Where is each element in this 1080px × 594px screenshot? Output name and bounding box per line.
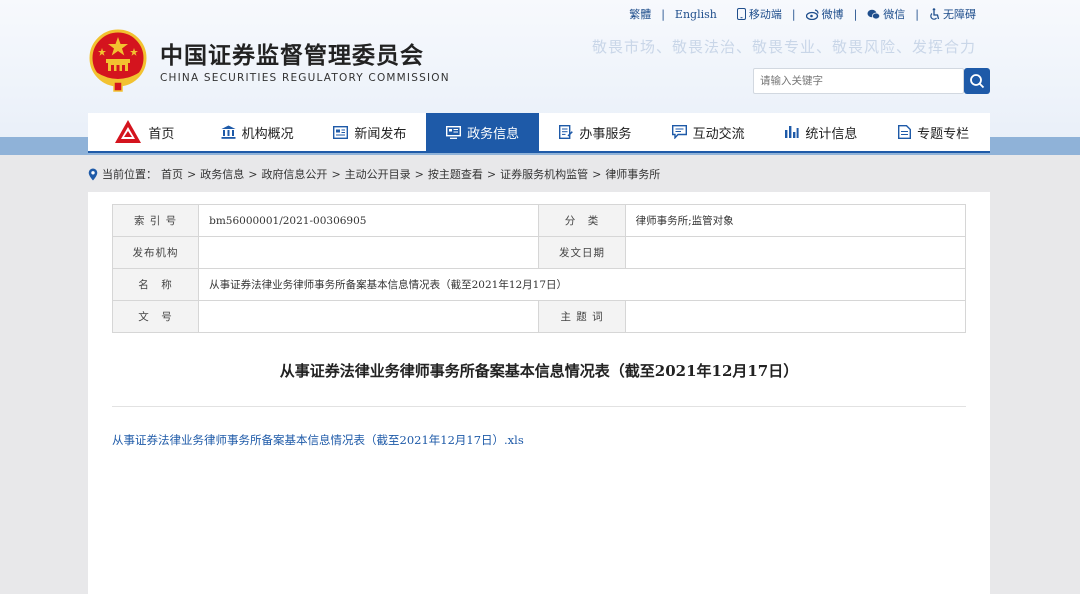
nav-item-government-info[interactable]: 政务信息: [426, 113, 539, 151]
nav-item-label: 互动交流: [692, 126, 745, 142]
breadcrumb-separator: >: [187, 167, 197, 181]
date-label: 发文日期: [538, 236, 626, 269]
index-value: bm56000001/2021-00306905: [198, 204, 540, 237]
index-label: 索 引 号: [111, 204, 200, 237]
nav-item-home[interactable]: 首页: [88, 113, 201, 151]
location-pin-icon: [88, 168, 98, 180]
nav-item-services[interactable]: 办事服务: [539, 113, 652, 151]
divider: |: [915, 7, 919, 21]
nav-item-label: 政务信息: [467, 126, 520, 142]
wechat-link-label: 微信: [883, 8, 906, 21]
attachment-link[interactable]: 从事证券法律业务律师事务所备案基本信息情况表（截至2021年12月17日）.xl…: [112, 432, 524, 448]
breadcrumb-item[interactable]: 按主题查看: [428, 166, 483, 182]
nav-item-special-topics[interactable]: 专题专栏: [877, 113, 990, 151]
keywords-label: 主 题 词: [538, 300, 626, 333]
national-emblem-icon: [89, 29, 147, 92]
breadcrumb-item[interactable]: 政府信息公开: [261, 166, 327, 182]
table-row: 发布机构 发文日期: [111, 236, 967, 269]
nav-item-statistics[interactable]: 统计信息: [765, 113, 878, 151]
publisher-label: 发布机构: [111, 236, 200, 269]
weibo-icon: [805, 8, 819, 20]
category-value: 律师事务所;监管对象: [624, 204, 967, 237]
nav-item-interaction[interactable]: 互动交流: [652, 113, 765, 151]
breadcrumb-item[interactable]: 律师事务所: [605, 166, 660, 182]
category-label: 分 类: [538, 204, 626, 237]
divider: |: [661, 7, 665, 21]
breadcrumb-separator: >: [592, 167, 602, 181]
nav-item-news[interactable]: 新闻发布: [314, 113, 427, 151]
name-label: 名 称: [111, 268, 200, 301]
english-link[interactable]: English: [675, 8, 717, 21]
mobile-link[interactable]: 移动端: [736, 6, 782, 22]
publisher-value: [198, 236, 540, 269]
news-icon: [333, 125, 349, 139]
breadcrumb-item[interactable]: 政务信息: [200, 166, 244, 182]
breadcrumb-item[interactable]: 证券服务机构监管: [500, 166, 588, 182]
bar-chart-icon: [785, 126, 799, 138]
wheelchair-icon: [930, 8, 940, 20]
monitor-icon: [446, 125, 462, 139]
building-icon: [221, 125, 236, 139]
mobile-icon: [736, 8, 746, 20]
accessibility-link[interactable]: 无障碍: [929, 6, 976, 22]
nav-item-about[interactable]: 机构概况: [201, 113, 314, 151]
table-row: 名 称 从事证券法律业务律师事务所备案基本信息情况表（截至2021年12月17日…: [111, 268, 966, 301]
breadcrumb-separator: >: [486, 167, 497, 181]
content-panel: 索 引 号 bm56000001/2021-00306905 分 类 律师事务所…: [88, 192, 990, 594]
breadcrumb-separator: >: [414, 167, 424, 181]
main-nav: 首页 机构概况 新闻发布 政务信息 办事服务 互动交流 统计信息 专题专栏: [88, 113, 990, 153]
breadcrumb-separator: >: [331, 167, 341, 181]
nav-item-label: 统计信息: [805, 126, 858, 142]
document-icon: [559, 125, 574, 139]
nav-item-label: 办事服务: [579, 126, 632, 142]
home-logo-icon: [115, 120, 142, 143]
breadcrumb: 当前位置： 首页 > 政务信息 > 政府信息公开 > 主动公开目录 > 按主题查看 > 证…: [88, 166, 660, 182]
table-row: 索 引 号 bm56000001/2021-00306905 分 类 律师事务所…: [111, 204, 967, 237]
top-links: 繁體 | English 移动端 | 微博 | 微信 | 无障碍: [629, 6, 976, 22]
nav-item-label: 专题专栏: [917, 126, 970, 142]
nav-item-label: 首页: [148, 126, 175, 142]
breadcrumb-prefix: 当前位置：: [102, 168, 157, 181]
slogan: 敬畏市场、敬畏法治、敬畏专业、敬畏风险、发挥合力: [591, 38, 976, 56]
keywords-value: [624, 300, 967, 333]
mobile-link-label: 移动端: [748, 8, 782, 21]
divider: [112, 406, 966, 407]
weibo-link-label: 微博: [821, 8, 844, 21]
chat-icon: [671, 125, 687, 139]
weibo-link[interactable]: 微博: [805, 6, 844, 22]
breadcrumb-item[interactable]: 主动公开目录: [345, 166, 411, 182]
wechat-link[interactable]: 微信: [867, 6, 905, 22]
nav-item-label: 新闻发布: [354, 126, 407, 142]
table-row: 文 号 主 题 词: [111, 300, 967, 333]
traditional-chinese-link[interactable]: 繁體: [629, 6, 651, 22]
site-title[interactable]: 中国证券监督管理委员会: [160, 36, 424, 70]
search-icon: [970, 74, 985, 89]
document-meta-table: 索 引 号 bm56000001/2021-00306905 分 类 律师事务所…: [111, 204, 967, 333]
nav-item-label: 机构概况: [241, 126, 294, 142]
breadcrumb-item[interactable]: 首页: [161, 166, 183, 182]
search-button[interactable]: [964, 68, 990, 94]
accessibility-link-label: 无障碍: [943, 8, 976, 21]
breadcrumb-separator: >: [248, 167, 258, 181]
name-value: 从事证券法律业务律师事务所备案基本信息情况表（截至2021年12月17日）: [198, 268, 966, 301]
docno-label: 文 号: [111, 300, 200, 333]
docno-value: [198, 300, 540, 333]
site-title-english: CHINA SECURITIES REGULATORY COMMISSION: [160, 72, 450, 84]
date-value: [624, 236, 967, 269]
divider: |: [791, 7, 796, 21]
wechat-icon: [867, 9, 881, 19]
file-icon: [898, 125, 912, 139]
divider: |: [853, 7, 858, 21]
search-input[interactable]: [753, 68, 964, 94]
document-title: 从事证券法律业务律师事务所备案基本信息情况表（截至2021年12月17日）: [279, 362, 799, 380]
